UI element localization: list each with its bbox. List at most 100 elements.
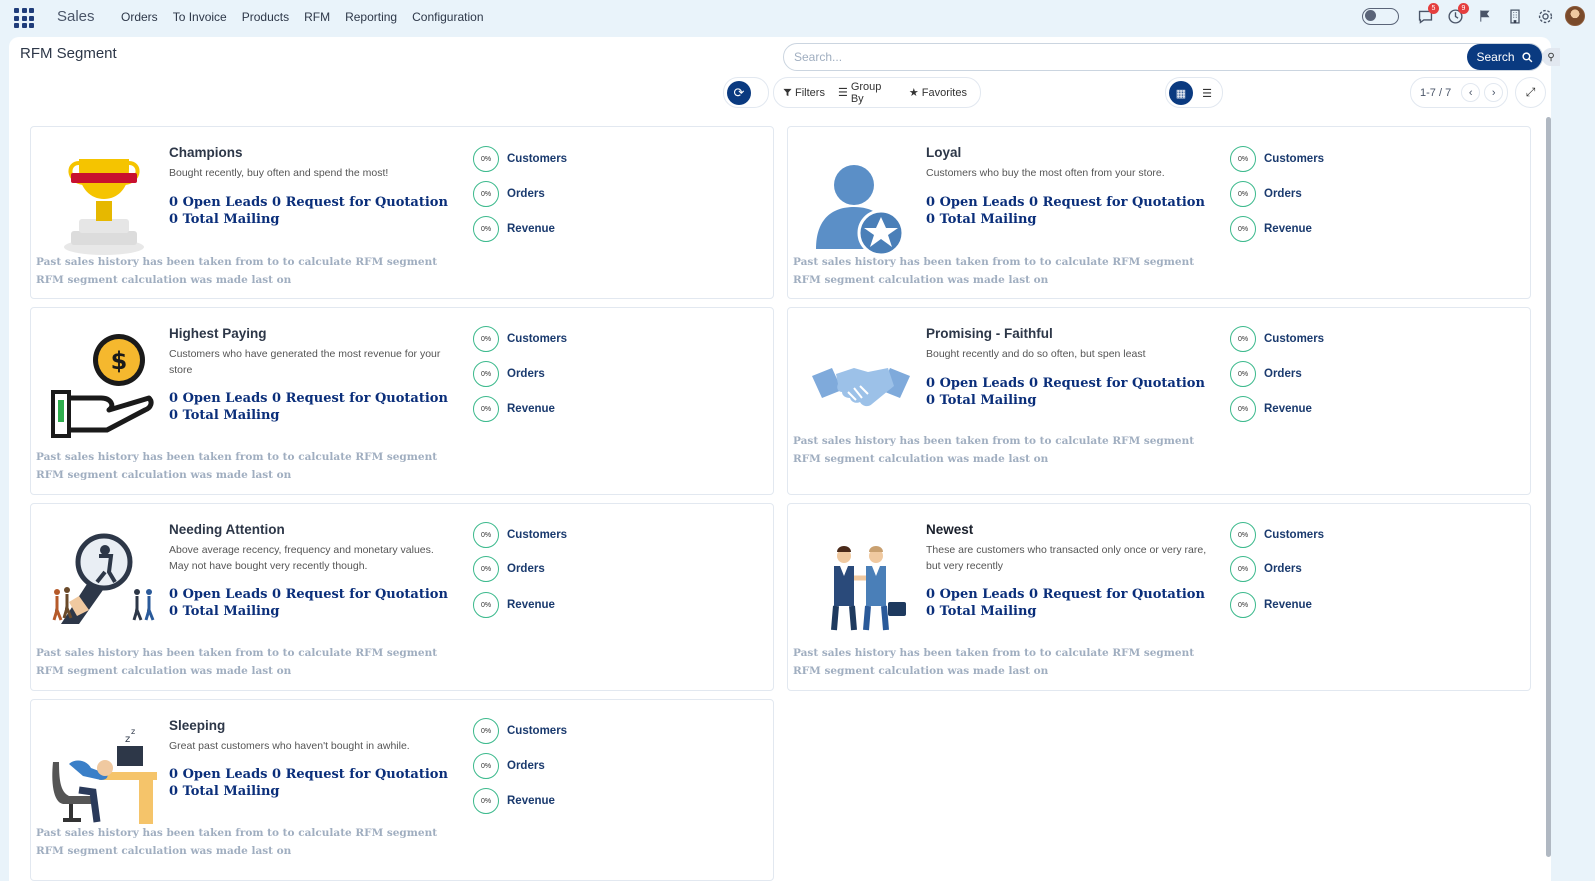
kanban-view-icon[interactable]: ▦	[1169, 81, 1193, 105]
metric-percent: 0%	[1230, 396, 1256, 422]
scrollbar[interactable]	[1546, 117, 1551, 857]
list-view-icon[interactable]: ☰	[1195, 81, 1219, 105]
menu-reporting[interactable]: Reporting	[345, 10, 397, 24]
segment-stats-mailing[interactable]: 0 Total Mailing	[926, 212, 1226, 229]
search-input[interactable]	[794, 50, 1454, 64]
metric-revenue[interactable]: 0% Revenue	[473, 396, 555, 422]
metric-orders[interactable]: 0% Orders	[473, 181, 545, 207]
menu-orders[interactable]: Orders	[121, 10, 158, 24]
app-brand[interactable]: Sales	[57, 8, 95, 25]
filters-button[interactable]: Filters	[783, 87, 825, 99]
segment-footer: Past sales history has been taken from t…	[36, 824, 437, 860]
language-flag-icon[interactable]	[1475, 6, 1495, 26]
metric-label: Orders	[1264, 188, 1302, 200]
favorites-button[interactable]: ★ Favorites	[908, 86, 967, 100]
segment-stats-leads[interactable]: 0 Open Leads 0 Request for Quotation	[169, 767, 469, 784]
search-panel-toggle-icon[interactable]: ⚲	[1542, 48, 1560, 66]
metric-customers[interactable]: 0% Customers	[473, 146, 567, 172]
footer-calculation: RFM segment calculation was made last on	[36, 845, 292, 857]
segment-footer: Past sales history has been taken from t…	[793, 432, 1194, 468]
metric-orders[interactable]: 0% Orders	[473, 556, 545, 582]
settings-gear-icon[interactable]	[1535, 6, 1555, 26]
metric-customers[interactable]: 0% Customers	[1230, 146, 1324, 172]
metric-customers[interactable]: 0% Customers	[473, 718, 567, 744]
activities-clock-icon[interactable]: 9	[1445, 3, 1469, 26]
segment-card-highest-paying[interactable]: $ Highest Paying Customers who have gene…	[30, 307, 774, 495]
search-button[interactable]: Search	[1467, 44, 1542, 70]
metric-label: Orders	[507, 563, 545, 575]
metric-percent: 0%	[473, 788, 499, 814]
metric-revenue[interactable]: 0% Revenue	[1230, 592, 1312, 618]
segment-stats-leads[interactable]: 0 Open Leads 0 Request for Quotation	[926, 587, 1226, 604]
metric-percent: 0%	[473, 522, 499, 548]
page-title: RFM Segment	[20, 45, 117, 62]
segment-footer: Past sales history has been taken from t…	[793, 253, 1194, 289]
groupby-button[interactable]: ☰ Group By	[838, 81, 896, 105]
apps-menu-icon[interactable]	[14, 8, 34, 28]
menu-to-invoice[interactable]: To Invoice	[173, 10, 227, 24]
fullscreen-expand-icon[interactable]: ⤢	[1515, 77, 1546, 108]
footer-calculation: RFM segment calculation was made last on	[36, 274, 292, 286]
segment-card-sleeping[interactable]: z z Sleeping Great past customers who ha…	[30, 699, 774, 881]
metric-orders[interactable]: 0% Orders	[1230, 181, 1302, 207]
segment-stats-leads[interactable]: 0 Open Leads 0 Request for Quotation	[169, 195, 469, 212]
segment-stats-mailing[interactable]: 0 Total Mailing	[169, 604, 469, 621]
segment-card-champions[interactable]: Champions Bought recently, buy often and…	[30, 126, 774, 299]
segment-card-needing-attention[interactable]: Needing Attention Above average recency,…	[30, 503, 774, 691]
segment-title: Needing Attention	[169, 522, 285, 537]
menu-rfm[interactable]: RFM	[304, 10, 330, 24]
metric-customers[interactable]: 0% Customers	[1230, 522, 1324, 548]
segment-stats-leads[interactable]: 0 Open Leads 0 Request for Quotation	[926, 376, 1226, 393]
menu-products[interactable]: Products	[242, 10, 289, 24]
segment-description: Customers who buy the most often from yo…	[926, 167, 1165, 179]
metric-label: Customers	[507, 529, 568, 541]
metric-label: Customers	[1264, 529, 1325, 541]
segment-title: Promising - Faithful	[926, 326, 1053, 341]
metric-customers[interactable]: 0% Customers	[473, 522, 567, 548]
metric-orders[interactable]: 0% Orders	[1230, 556, 1302, 582]
segment-description: These are customers who transacted only …	[926, 544, 1207, 572]
metric-revenue[interactable]: 0% Revenue	[1230, 396, 1312, 422]
refresh-icon[interactable]: ⟳	[727, 81, 751, 105]
pager-next-icon[interactable]: ›	[1484, 83, 1504, 102]
menu-configuration[interactable]: Configuration	[412, 10, 483, 24]
segment-card-loyal[interactable]: Loyal Customers who buy the most often f…	[787, 126, 1531, 299]
pager-prev-icon[interactable]: ‹	[1461, 83, 1481, 102]
magnifier-people-icon	[49, 526, 159, 636]
metric-label: Revenue	[1264, 599, 1312, 611]
segment-stats-mailing[interactable]: 0 Total Mailing	[169, 408, 469, 425]
metric-label: Orders	[1264, 368, 1302, 380]
pager-value[interactable]: 1-7 / 7	[1420, 87, 1451, 99]
segment-title: Champions	[169, 145, 243, 160]
segment-card-newest[interactable]: Newest These are customers who transacte…	[787, 503, 1531, 691]
metric-orders[interactable]: 0% Orders	[473, 361, 545, 387]
messages-icon[interactable]: 5	[1415, 3, 1439, 26]
metric-percent: 0%	[473, 181, 499, 207]
segment-stats-leads[interactable]: 0 Open Leads 0 Request for Quotation	[169, 587, 469, 604]
metric-revenue[interactable]: 0% Revenue	[473, 788, 555, 814]
segment-stats-mailing[interactable]: 0 Total Mailing	[169, 212, 469, 229]
segment-footer: Past sales history has been taken from t…	[793, 644, 1194, 680]
metric-revenue[interactable]: 0% Revenue	[473, 216, 555, 242]
segment-title: Loyal	[926, 145, 962, 160]
metric-customers[interactable]: 0% Customers	[1230, 326, 1324, 352]
company-building-icon[interactable]	[1505, 6, 1525, 26]
segment-stats-mailing[interactable]: 0 Total Mailing	[926, 393, 1226, 410]
segment-stats-mailing[interactable]: 0 Total Mailing	[926, 604, 1226, 621]
metric-revenue[interactable]: 0% Revenue	[473, 592, 555, 618]
footer-calculation: RFM segment calculation was made last on	[793, 274, 1049, 286]
segment-stats-leads[interactable]: 0 Open Leads 0 Request for Quotation	[169, 391, 469, 408]
segment-description: Great past customers who haven't bought …	[169, 740, 410, 752]
metric-revenue[interactable]: 0% Revenue	[1230, 216, 1312, 242]
favorites-star-icon: ★	[908, 87, 919, 99]
footer-history: Past sales history has been taken from t…	[36, 827, 438, 839]
metric-customers[interactable]: 0% Customers	[473, 326, 567, 352]
dark-mode-toggle[interactable]	[1362, 7, 1399, 25]
segment-card-promising-faithful[interactable]: Promising - Faithful Bought recently and…	[787, 307, 1531, 495]
user-avatar[interactable]	[1565, 6, 1585, 26]
segment-footer: Past sales history has been taken from t…	[36, 253, 437, 289]
segment-stats-mailing[interactable]: 0 Total Mailing	[169, 784, 469, 801]
metric-orders[interactable]: 0% Orders	[473, 753, 545, 779]
segment-stats-leads[interactable]: 0 Open Leads 0 Request for Quotation	[926, 195, 1226, 212]
metric-orders[interactable]: 0% Orders	[1230, 361, 1302, 387]
